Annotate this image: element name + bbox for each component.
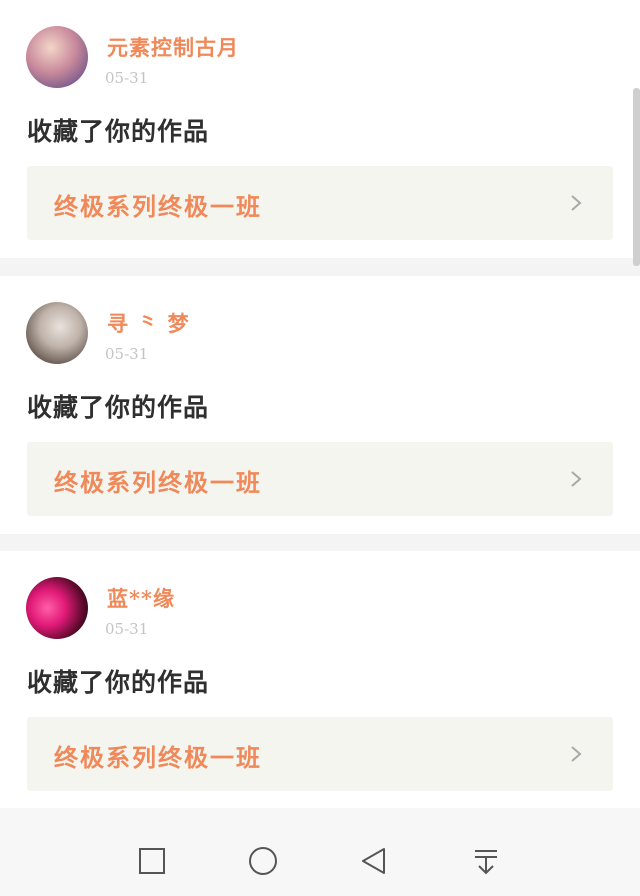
timestamp: 05-31 [105,345,149,363]
username[interactable]: 蓝**缘 [107,583,175,613]
timestamp: 05-31 [105,620,149,638]
avatar[interactable] [26,26,88,88]
notification-pull-icon[interactable] [471,846,501,876]
work-link[interactable]: 终极系列终极一班 [27,442,613,516]
avatar[interactable] [26,302,88,364]
activity-text: 收藏了你的作品 [27,668,210,697]
activity-text: 收藏了你的作品 [27,117,210,146]
chevron-right-icon [571,195,582,211]
work-title: 终极系列终极一班 [54,192,262,221]
back-triangle-icon[interactable] [359,846,389,876]
activity-feed: 元素控制古月 05-31 收藏了你的作品 终极系列终极一班 寻 ⺀ 梦 05-3… [0,0,640,808]
square-icon[interactable] [137,846,167,876]
chevron-right-icon [571,746,582,762]
work-title: 终极系列终极一班 [54,743,262,772]
username[interactable]: 元素控制古月 [107,32,239,62]
activity-card: 元素控制古月 05-31 收藏了你的作品 终极系列终极一班 [0,0,640,258]
username[interactable]: 寻 ⺀ 梦 [107,308,190,338]
circle-icon[interactable] [248,846,278,876]
work-title: 终极系列终极一班 [54,468,262,497]
activity-text: 收藏了你的作品 [27,393,210,422]
activity-card: 寻 ⺀ 梦 05-31 收藏了你的作品 终极系列终极一班 [0,276,640,534]
work-link[interactable]: 终极系列终极一班 [27,717,613,791]
system-navigation-bar [0,808,640,896]
work-link[interactable]: 终极系列终极一班 [27,166,613,240]
chevron-right-icon [571,471,582,487]
timestamp: 05-31 [105,69,149,87]
avatar[interactable] [26,577,88,639]
scrollbar[interactable] [633,88,640,266]
activity-card: 蓝**缘 05-31 收藏了你的作品 终极系列终极一班 [0,551,640,808]
